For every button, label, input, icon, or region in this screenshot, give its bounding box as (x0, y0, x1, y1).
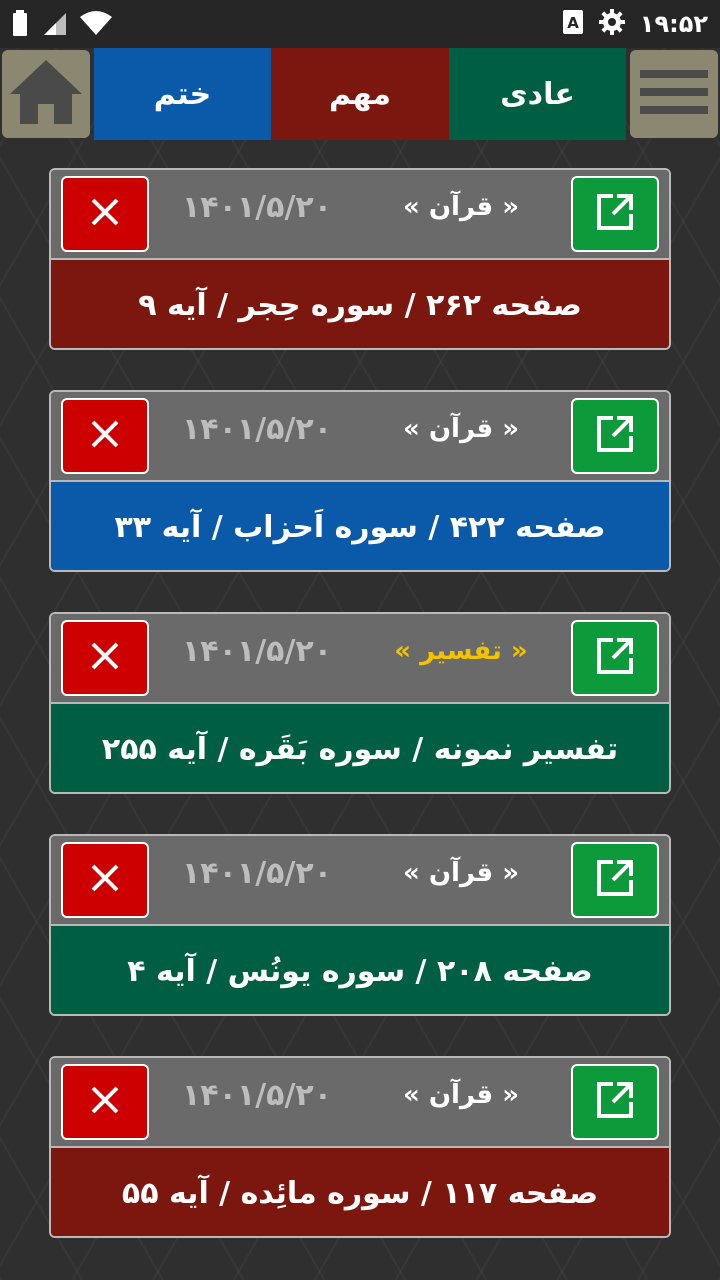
bookmark-card: ۱۴۰۱/۵/۲۰ « تفسیر » تفسیر نمونه / سوره ب… (49, 612, 671, 794)
delete-button[interactable] (61, 842, 149, 918)
close-x-icon (90, 1085, 120, 1119)
battery-icon (12, 10, 28, 40)
close-x-icon (90, 419, 120, 453)
open-button[interactable] (571, 620, 659, 696)
close-x-icon (90, 863, 120, 897)
tab-adi[interactable]: عادی (449, 48, 626, 140)
open-external-icon (595, 636, 635, 680)
open-button[interactable] (571, 398, 659, 474)
bookmark-card: ۱۴۰۱/۵/۲۰ « قرآن » صفحه ۲۶۲ / سوره حِجر … (49, 168, 671, 350)
cell-signal-icon (42, 11, 66, 39)
home-icon (8, 58, 84, 130)
bookmark-date: ۱۴۰۱/۵/۲۰ (181, 190, 333, 225)
keyboard-a-icon: A (562, 9, 584, 39)
wifi-icon (80, 11, 112, 39)
bookmark-card: ۱۴۰۱/۵/۲۰ « قرآن » صفحه ۱۱۷ / سوره مائِد… (49, 1056, 671, 1238)
delete-button[interactable] (61, 398, 149, 474)
bookmark-date: ۱۴۰۱/۵/۲۰ (181, 856, 333, 891)
hamburger-menu-icon (640, 68, 708, 120)
open-external-icon (595, 858, 635, 902)
open-button[interactable] (571, 176, 659, 252)
bookmark-text[interactable]: صفحه ۲۶۲ / سوره حِجر / آیه ۹ (51, 260, 669, 348)
close-x-icon (90, 641, 120, 675)
bookmark-text[interactable]: صفحه ۴۲۲ / سوره اَحزاب / آیه ۳۳ (51, 482, 669, 570)
delete-button[interactable] (61, 176, 149, 252)
status-bar: A ۱۹:۵۲ (0, 0, 720, 48)
delete-button[interactable] (61, 620, 149, 696)
bookmark-text[interactable]: تفسیر نمونه / سوره بَقَره / آیه ۲۵۵ (51, 704, 669, 792)
bookmark-date: ۱۴۰۱/۵/۲۰ (181, 1078, 333, 1113)
bookmark-card: ۱۴۰۱/۵/۲۰ « قرآن » صفحه ۴۲۲ / سوره اَحزا… (49, 390, 671, 572)
open-external-icon (595, 1080, 635, 1124)
delete-button[interactable] (61, 1064, 149, 1140)
top-bar: ختم مهم عادی (0, 48, 720, 140)
bookmark-text[interactable]: صفحه ۲۰۸ / سوره یونُس / آیه ۴ (51, 926, 669, 1014)
bookmark-category: « قرآن » (403, 858, 519, 888)
settings-gear-icon (598, 8, 626, 40)
bookmark-card-header: ۱۴۰۱/۵/۲۰ « تفسیر » (51, 614, 669, 704)
bookmark-category: « قرآن » (403, 192, 519, 222)
close-x-icon (90, 197, 120, 231)
bookmark-date: ۱۴۰۱/۵/۲۰ (181, 412, 333, 447)
bookmark-card-header: ۱۴۰۱/۵/۲۰ « قرآن » (51, 836, 669, 926)
tab-khatm[interactable]: ختم (94, 48, 271, 140)
bookmark-card-header: ۱۴۰۱/۵/۲۰ « قرآن » (51, 170, 669, 260)
bookmark-category: « قرآن » (403, 1080, 519, 1110)
status-clock: ۱۹:۵۲ (639, 10, 708, 38)
bookmark-card-header: ۱۴۰۱/۵/۲۰ « قرآن » (51, 392, 669, 482)
open-button[interactable] (571, 842, 659, 918)
open-button[interactable] (571, 1064, 659, 1140)
open-external-icon (595, 192, 635, 236)
open-external-icon (595, 414, 635, 458)
bookmark-category: « قرآن » (403, 414, 519, 444)
tab-mohem[interactable]: مهم (271, 48, 449, 140)
bookmark-text[interactable]: صفحه ۱۱۷ / سوره مائِده / آیه ۵۵ (51, 1148, 669, 1236)
home-button[interactable] (2, 50, 90, 138)
bookmark-list: ۱۴۰۱/۵/۲۰ « قرآن » صفحه ۲۶۲ / سوره حِجر … (49, 168, 671, 1278)
bookmark-card: ۱۴۰۱/۵/۲۰ « قرآن » صفحه ۲۰۸ / سوره یونُس… (49, 834, 671, 1016)
svg-text:A: A (567, 14, 579, 32)
bookmark-date: ۱۴۰۱/۵/۲۰ (181, 634, 333, 669)
bookmark-card-header: ۱۴۰۱/۵/۲۰ « قرآن » (51, 1058, 669, 1148)
menu-button[interactable] (630, 50, 718, 138)
bookmark-category: « تفسیر » (394, 636, 528, 666)
